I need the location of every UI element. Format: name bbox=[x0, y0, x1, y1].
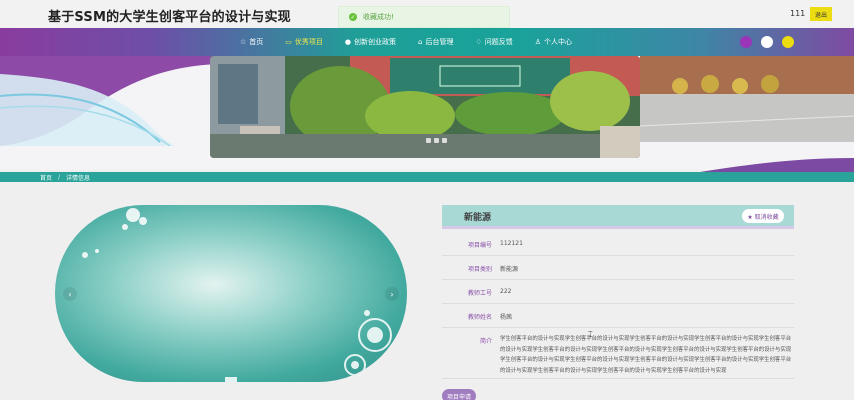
unfavorite-button[interactable]: ★ 取消收藏 bbox=[742, 209, 784, 223]
feedback-icon: ♢ bbox=[475, 38, 482, 46]
detail-row-project-category: 项目类别 新能源 bbox=[442, 256, 794, 280]
nav-item-label: 问题反馈 bbox=[484, 38, 513, 46]
field-label: 教师姓名 bbox=[467, 314, 492, 321]
logout-button[interactable]: 退出 bbox=[810, 7, 832, 21]
nav-item-admin[interactable]: ⌂ 后台管理 bbox=[418, 37, 453, 47]
carousel-indicators bbox=[426, 138, 450, 143]
carousel-next-icon[interactable]: › bbox=[385, 287, 399, 301]
field-label: 项目编号 bbox=[467, 242, 492, 249]
intro-label: 简介 bbox=[480, 338, 493, 345]
nav-item-label: 创新创业政策 bbox=[354, 38, 397, 46]
nav-item-label: 首页 bbox=[249, 38, 264, 46]
nav-item-home[interactable]: ☆ 首页 bbox=[240, 37, 263, 47]
field-value: 222 bbox=[500, 288, 512, 295]
folder-icon: ▭ bbox=[285, 38, 292, 46]
banner-swoosh-decoration bbox=[0, 56, 220, 146]
user-number: 111 bbox=[790, 9, 806, 18]
admin-icon: ⌂ bbox=[418, 38, 423, 46]
breadcrumb-separator: / bbox=[58, 174, 61, 181]
field-value: 新能源 bbox=[500, 266, 519, 273]
field-value: 杨茜 bbox=[500, 314, 513, 321]
breadcrumb: 首页 / 详情信息 bbox=[40, 173, 90, 182]
detail-row-teacher-name: 教师姓名 杨茜 bbox=[442, 304, 794, 328]
nav-item-label: 后台管理 bbox=[425, 38, 454, 46]
nav-item-profile[interactable]: ♙ 个人中心 bbox=[535, 37, 572, 47]
breadcrumb-current: 详情信息 bbox=[66, 175, 91, 182]
apply-project-button[interactable]: 项目申请 bbox=[442, 389, 476, 400]
nav-item-label: 个人中心 bbox=[544, 38, 573, 46]
star-icon: ☆ bbox=[240, 38, 247, 46]
nav-item-label: 优秀项目 bbox=[294, 38, 323, 46]
carousel-dot[interactable] bbox=[442, 138, 447, 143]
detail-row-project-number: 项目编号 112121 bbox=[442, 232, 794, 256]
breadcrumb-bar bbox=[0, 172, 854, 182]
main-nav: ☆ 首页 ▭ 优秀项目 ● 创新创业政策 ⌂ 后台管理 ♢ 问题反馈 ♙ 个人中… bbox=[240, 28, 594, 56]
field-value: 112121 bbox=[500, 240, 523, 247]
mouse-cursor-icon: ⌶ bbox=[588, 330, 593, 339]
nav-item-feedback[interactable]: ♢ 问题反馈 bbox=[475, 37, 512, 47]
carousel-prev-icon[interactable]: ‹ bbox=[63, 287, 77, 301]
carousel-dot[interactable] bbox=[434, 138, 439, 143]
banner-carousel-image[interactable] bbox=[210, 56, 640, 158]
detail-row-teacher-id: 教师工号 222 bbox=[442, 280, 794, 304]
floral-decoration bbox=[82, 208, 396, 382]
user-icon: ♙ bbox=[534, 38, 542, 46]
check-icon: ✓ bbox=[349, 13, 357, 21]
info-circle-icon: ● bbox=[344, 38, 352, 46]
divider bbox=[442, 378, 794, 379]
field-label: 项目类别 bbox=[467, 266, 492, 273]
breadcrumb-home[interactable]: 首页 bbox=[40, 173, 52, 182]
banner-side-photo bbox=[640, 56, 854, 142]
carousel-dot[interactable] bbox=[426, 138, 431, 143]
theme-color-purple[interactable] bbox=[740, 36, 752, 48]
project-image-carousel[interactable]: ‹ › bbox=[55, 205, 407, 382]
success-toast: ✓ 收藏成功! bbox=[338, 6, 510, 28]
theme-color-picker bbox=[740, 36, 803, 48]
nav-item-policy[interactable]: ● 创新创业政策 bbox=[345, 37, 396, 47]
project-title: 新能源 bbox=[464, 213, 492, 223]
toast-message: 收藏成功! bbox=[363, 13, 394, 21]
theme-color-white[interactable] bbox=[761, 36, 773, 48]
nav-item-excellent-projects[interactable]: ▭ 优秀项目 bbox=[285, 37, 323, 47]
intro-text: 学生创客平台的设计与实现学生创客平台的设计与实现学生创客平台的设计与实现学生创客… bbox=[500, 336, 792, 374]
campus-aerial-photo bbox=[210, 56, 640, 158]
site-title: 基于SSM的大学生创客平台的设计与实现 bbox=[48, 10, 291, 25]
field-label: 教师工号 bbox=[467, 290, 492, 297]
theme-color-yellow[interactable] bbox=[782, 36, 794, 48]
